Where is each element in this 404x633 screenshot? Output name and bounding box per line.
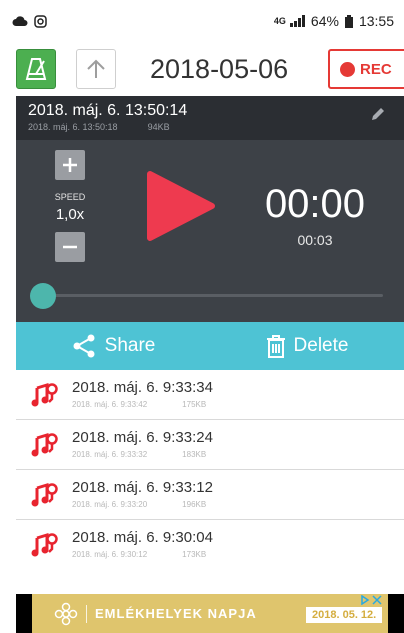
recording-size: 94KB — [147, 122, 170, 132]
clock-time: 13:55 — [358, 13, 394, 29]
seek-handle[interactable] — [30, 283, 56, 309]
speed-value: 1,0x — [55, 206, 85, 223]
metronome-icon — [25, 58, 47, 80]
status-bar: 4G 64% 13:55 — [0, 0, 404, 36]
status-left — [12, 6, 47, 36]
delete-button[interactable]: Delete — [210, 334, 404, 358]
share-label: Share — [104, 335, 156, 356]
share-button[interactable]: Share — [16, 333, 210, 359]
play-button[interactable] — [146, 170, 216, 242]
minus-icon — [63, 245, 77, 249]
file-size: 175KB — [182, 400, 207, 409]
music-note-icon — [31, 532, 58, 557]
play-icon — [147, 171, 215, 241]
player-header: 2018. máj. 6. 13:50:14 2018. máj. 6. 13:… — [16, 96, 404, 140]
instagram-icon — [34, 14, 47, 28]
recordings-list: 2018. máj. 6. 9:33:34 2018. máj. 6. 9:33… — [16, 370, 404, 570]
ad-logo — [54, 602, 78, 626]
list-item[interactable]: 2018. máj. 6. 9:33:24 2018. máj. 6. 9:33… — [16, 420, 404, 470]
trash-icon — [266, 335, 285, 358]
music-note-icon — [31, 482, 58, 507]
file-name: 2018. máj. 6. 9:33:12 — [72, 479, 213, 496]
recording-meta: 2018. máj. 6. 13:50:18 94KB — [28, 122, 392, 132]
speed-label: SPEED — [54, 192, 86, 202]
recording-title: 2018. máj. 6. 13:50:14 — [28, 102, 188, 119]
speed-decrease-button[interactable] — [55, 232, 85, 262]
recording-date: 2018. máj. 6. 13:50:18 — [28, 122, 118, 132]
file-name: 2018. máj. 6. 9:33:24 — [72, 429, 213, 446]
speed-increase-button[interactable] — [55, 150, 85, 180]
file-date: 2018. máj. 6. 9:33:20 — [72, 500, 148, 509]
total-duration: 00:03 — [297, 232, 333, 248]
folder-up-button[interactable] — [76, 49, 116, 89]
battery-percent: 64% — [310, 13, 339, 29]
ad-divider — [86, 604, 87, 623]
record-label: REC — [360, 60, 392, 78]
list-item[interactable]: 2018. máj. 6. 9:33:34 2018. máj. 6. 9:33… — [16, 370, 404, 420]
music-note-icon — [31, 382, 58, 407]
file-meta: 2018. máj. 6. 9:30:12 173KB — [72, 550, 206, 559]
seek-bar[interactable] — [38, 294, 383, 297]
file-date: 2018. máj. 6. 9:30:12 — [72, 550, 148, 559]
file-meta: 2018. máj. 6. 9:33:20 196KB — [72, 500, 206, 509]
file-date: 2018. máj. 6. 9:33:42 — [72, 400, 148, 409]
share-icon — [73, 334, 95, 358]
record-button[interactable]: REC — [328, 49, 404, 89]
file-size: 196KB — [182, 500, 207, 509]
close-icon[interactable] — [372, 595, 382, 605]
ad-date: 2018. 05. 12. — [306, 607, 383, 623]
folder-date-title: 2018-05-06 — [150, 54, 289, 84]
metronome-button[interactable] — [16, 49, 56, 89]
plus-icon — [63, 158, 77, 172]
ad-text: EMLÉKHELYEK NAPJA — [95, 606, 257, 621]
file-name: 2018. máj. 6. 9:30:04 — [72, 529, 213, 546]
ad-content[interactable]: EMLÉKHELYEK NAPJA 2018. 05. 12. — [32, 594, 388, 633]
cloud-icon — [12, 16, 28, 26]
list-item[interactable]: 2018. máj. 6. 9:30:04 2018. máj. 6. 9:30… — [16, 520, 404, 570]
pencil-icon[interactable] — [370, 106, 386, 122]
battery-icon — [344, 14, 353, 28]
file-name: 2018. máj. 6. 9:33:34 — [72, 379, 213, 396]
list-item[interactable]: 2018. máj. 6. 9:33:12 2018. máj. 6. 9:33… — [16, 470, 404, 520]
file-size: 183KB — [182, 450, 207, 459]
arrow-up-icon — [87, 59, 105, 78]
file-date: 2018. máj. 6. 9:33:32 — [72, 450, 148, 459]
status-right: 4G 64% 13:55 — [274, 6, 394, 36]
action-bar: Share Delete — [16, 322, 404, 370]
record-dot-icon — [340, 61, 355, 77]
player-panel: SPEED 1,0x 00:00 00:03 — [16, 140, 404, 322]
music-note-icon — [31, 432, 58, 457]
file-meta: 2018. máj. 6. 9:33:32 183KB — [72, 450, 206, 459]
delete-label: Delete — [293, 335, 349, 356]
elapsed-time: 00:00 — [264, 182, 366, 226]
ad-banner[interactable]: EMLÉKHELYEK NAPJA 2018. 05. 12. — [16, 594, 404, 633]
ad-choices-icon — [361, 595, 370, 605]
signal-icon — [289, 15, 305, 27]
ad-choices[interactable] — [360, 595, 382, 605]
file-meta: 2018. máj. 6. 9:33:42 175KB — [72, 400, 206, 409]
file-size: 173KB — [182, 550, 207, 559]
network-type: 4G — [273, 16, 286, 26]
flower-logo-icon — [54, 602, 78, 625]
top-toolbar: 2018-05-06 REC — [0, 44, 404, 94]
